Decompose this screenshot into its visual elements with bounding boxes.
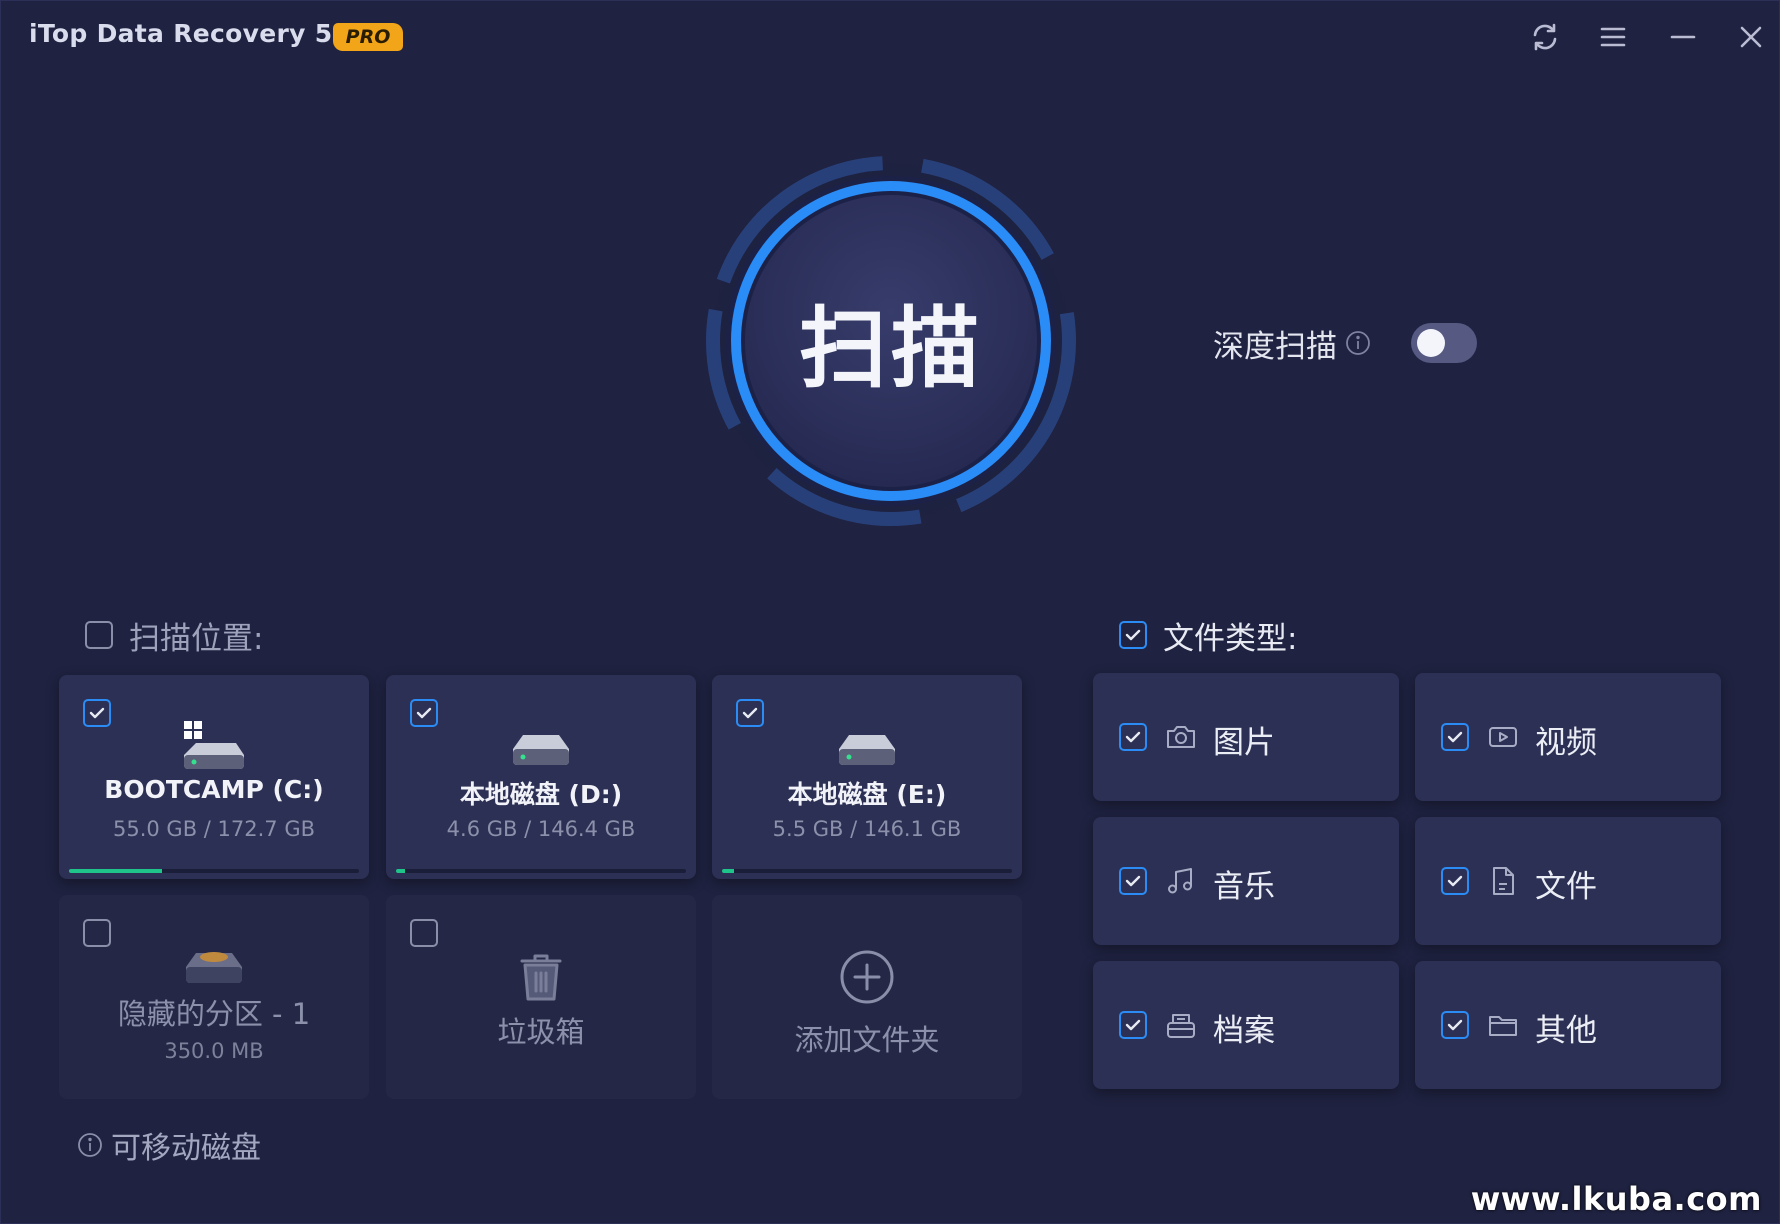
drive-name: 本地磁盘 (D:) bbox=[459, 780, 623, 809]
hidden-partition-checkbox[interactable] bbox=[83, 919, 111, 947]
menu-icon bbox=[1600, 27, 1626, 47]
drive-c-checkbox[interactable] bbox=[83, 699, 111, 727]
drive-d-checkbox[interactable] bbox=[410, 699, 438, 727]
documents-checkbox[interactable] bbox=[1441, 867, 1469, 895]
file-type-label: 其他 bbox=[1535, 1013, 1597, 1049]
file-type-label: 图片 bbox=[1213, 725, 1275, 761]
add-icon bbox=[840, 950, 894, 1004]
drive-card-d[interactable]: 本地磁盘 (D:) 4.6 GB / 146.4 GB bbox=[386, 675, 696, 879]
deep-scan-option: 深度扫描 bbox=[1213, 321, 1371, 365]
hard-drive-icon bbox=[839, 735, 895, 765]
toggle-knob bbox=[1417, 329, 1445, 357]
info-icon bbox=[77, 1132, 103, 1158]
recycle-bin-checkbox[interactable] bbox=[410, 919, 438, 947]
refresh-icon bbox=[1533, 23, 1557, 51]
minimize-button[interactable] bbox=[1661, 15, 1705, 59]
other-checkbox[interactable] bbox=[1441, 1011, 1469, 1039]
music-icon bbox=[1168, 868, 1192, 894]
drive-name: 本地磁盘 (E:) bbox=[787, 780, 947, 809]
close-icon bbox=[1740, 26, 1762, 48]
add-folder-card[interactable]: 添加文件夹 bbox=[712, 895, 1022, 1099]
usage-bar-fill bbox=[69, 869, 162, 873]
scan-location-label: 扫描位置: bbox=[129, 621, 264, 657]
usage-bar bbox=[69, 869, 359, 873]
hidden-partition-name: 隐藏的分区 - 1 bbox=[117, 997, 311, 1031]
file-type-label: 音乐 bbox=[1213, 869, 1275, 905]
file-types-label: 文件类型: bbox=[1163, 621, 1298, 657]
usage-bar-fill bbox=[722, 869, 734, 873]
archive-icon bbox=[1167, 1014, 1195, 1038]
hidden-drive-icon bbox=[186, 952, 242, 983]
drive-name: BOOTCAMP (C:) bbox=[104, 775, 324, 804]
deep-scan-label: 深度扫描 bbox=[1213, 328, 1337, 365]
file-types-checkbox[interactable] bbox=[1119, 621, 1147, 649]
file-type-label: 文件 bbox=[1535, 869, 1597, 905]
video-icon bbox=[1489, 727, 1517, 747]
drive-size: 4.6 GB / 146.4 GB bbox=[446, 817, 636, 841]
file-type-documents[interactable]: 文件 bbox=[1415, 817, 1721, 945]
folder-icon bbox=[1489, 1016, 1517, 1036]
hard-drive-icon bbox=[513, 735, 569, 765]
videos-checkbox[interactable] bbox=[1441, 723, 1469, 751]
deep-scan-toggle[interactable] bbox=[1411, 323, 1477, 363]
drive-size: 55.0 GB / 172.7 GB bbox=[112, 817, 315, 841]
drive-size: 5.5 GB / 146.1 GB bbox=[772, 817, 962, 841]
document-icon bbox=[1493, 867, 1514, 895]
windows-drive-icon bbox=[184, 721, 244, 769]
file-type-archives[interactable]: 档案 bbox=[1093, 961, 1399, 1089]
add-folder-label: 添加文件夹 bbox=[794, 1023, 940, 1057]
hidden-partition-size: 350.0 MB bbox=[164, 1039, 264, 1063]
drive-e-checkbox[interactable] bbox=[736, 699, 764, 727]
title-bar: iTop Data Recovery 5.3 PRO bbox=[1, 1, 1779, 73]
camera-icon bbox=[1167, 726, 1195, 748]
app-window: iTop Data Recovery 5.3 PRO 扫描 深度扫描 扫描位置:… bbox=[0, 0, 1780, 1224]
recycle-bin-label: 垃圾箱 bbox=[497, 1015, 585, 1049]
file-type-other[interactable]: 其他 bbox=[1415, 961, 1721, 1089]
removable-disk: 可移动磁盘 bbox=[77, 1123, 261, 1167]
file-type-videos[interactable]: 视频 bbox=[1415, 673, 1721, 801]
file-type-music[interactable]: 音乐 bbox=[1093, 817, 1399, 945]
hidden-partition-card[interactable]: 隐藏的分区 - 1 350.0 MB bbox=[59, 895, 369, 1099]
file-type-pictures[interactable]: 图片 bbox=[1093, 673, 1399, 801]
scan-button[interactable]: 扫描 bbox=[741, 191, 1041, 491]
info-icon[interactable] bbox=[1345, 330, 1371, 356]
menu-button[interactable] bbox=[1591, 15, 1635, 59]
trash-icon bbox=[520, 954, 562, 1001]
app-title: iTop Data Recovery 5.3 bbox=[29, 19, 360, 48]
drive-card-c[interactable]: BOOTCAMP (C:) 55.0 GB / 172.7 GB bbox=[59, 675, 369, 879]
scan-location-checkbox[interactable] bbox=[85, 621, 113, 649]
close-button[interactable] bbox=[1729, 15, 1773, 59]
watermark: www.lkuba.com bbox=[1470, 1180, 1762, 1218]
usage-bar-fill bbox=[396, 869, 405, 873]
usage-bar bbox=[722, 869, 1012, 873]
music-checkbox[interactable] bbox=[1119, 867, 1147, 895]
pictures-checkbox[interactable] bbox=[1119, 723, 1147, 751]
usage-bar bbox=[396, 869, 686, 873]
refresh-button[interactable] bbox=[1523, 15, 1567, 59]
recycle-bin-card[interactable]: 垃圾箱 bbox=[386, 895, 696, 1099]
removable-disk-label: 可移动磁盘 bbox=[111, 1131, 261, 1166]
pro-badge: PRO bbox=[333, 23, 403, 51]
minimize-icon bbox=[1670, 35, 1696, 39]
file-type-label: 档案 bbox=[1213, 1013, 1275, 1049]
file-type-label: 视频 bbox=[1535, 725, 1597, 761]
scan-button-area: 扫描 bbox=[691, 141, 1091, 541]
archives-checkbox[interactable] bbox=[1119, 1011, 1147, 1039]
drive-card-e[interactable]: 本地磁盘 (E:) 5.5 GB / 146.1 GB bbox=[712, 675, 1022, 879]
